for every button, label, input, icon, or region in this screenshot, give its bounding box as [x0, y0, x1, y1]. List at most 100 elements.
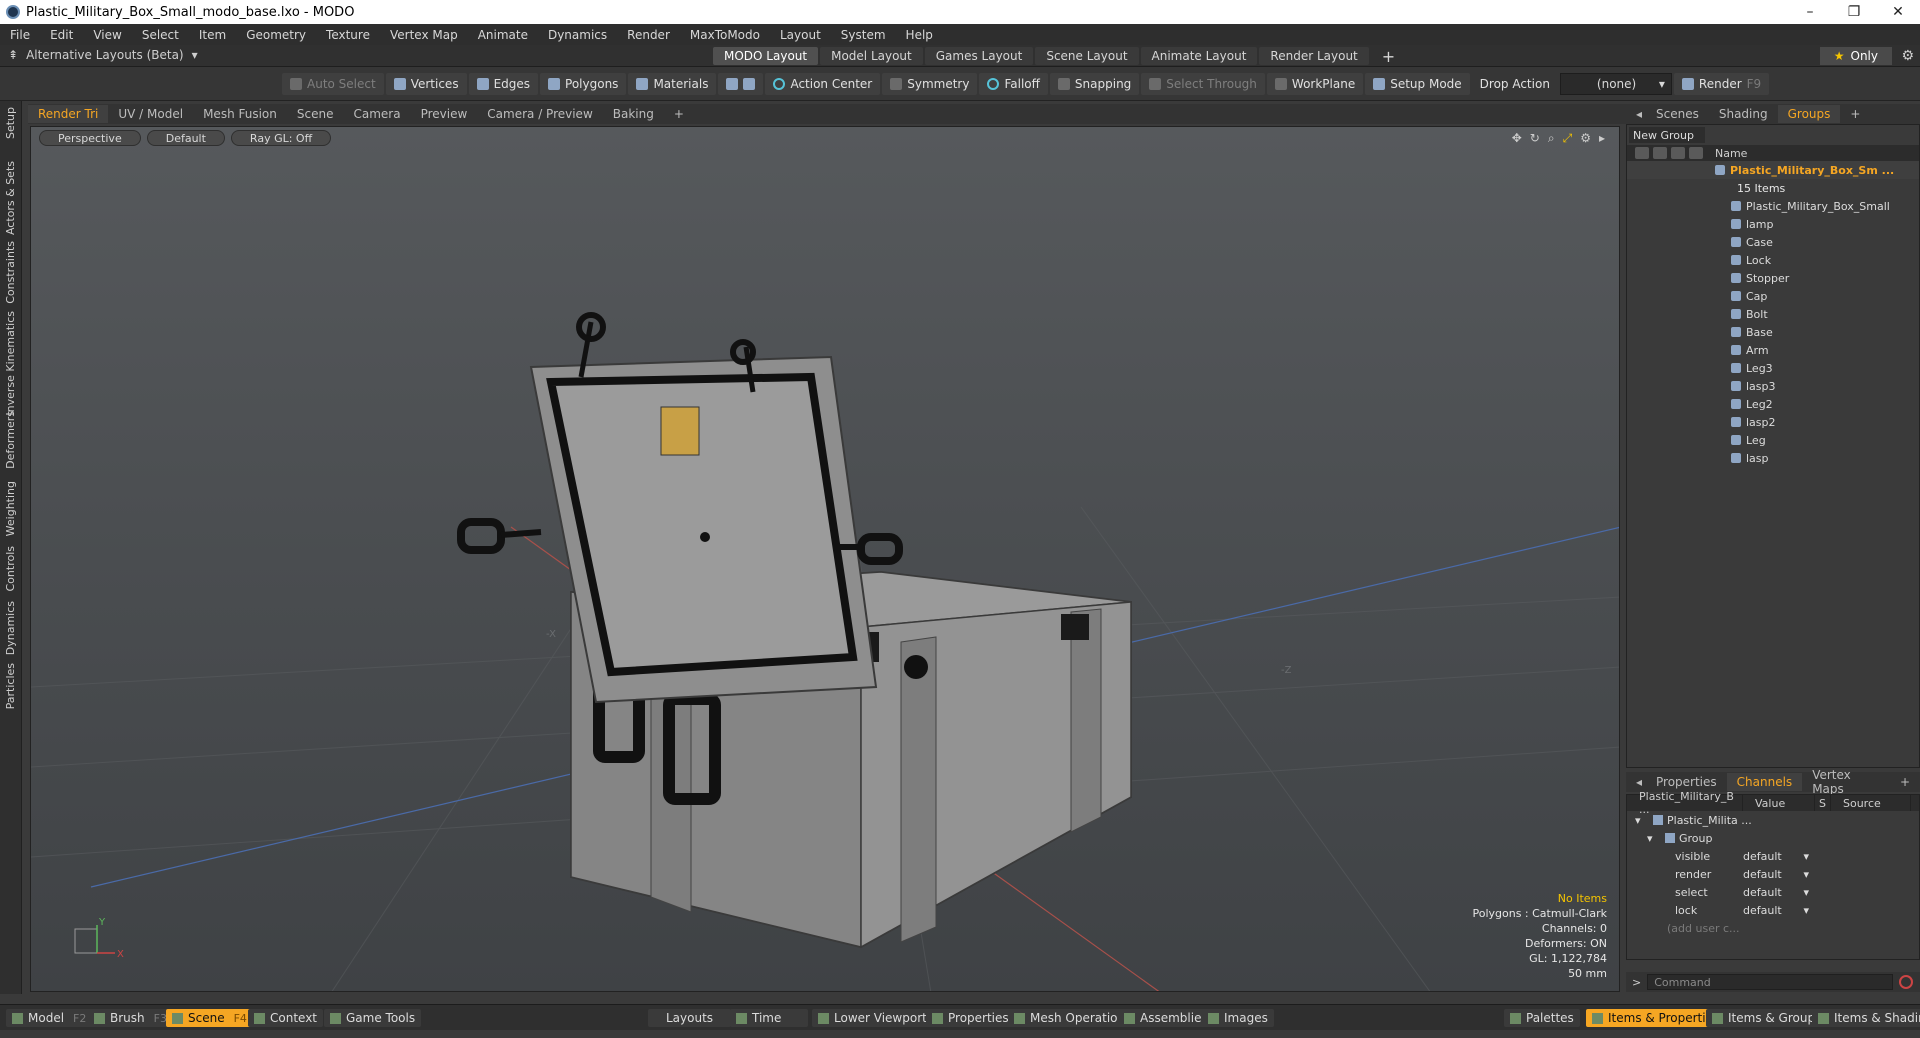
tab-modo-layout[interactable]: MODO Layout: [713, 47, 819, 65]
add-user-channel-row[interactable]: (add user c...: [1627, 919, 1919, 937]
group-root-row[interactable]: Plastic_Military_Box_Sm ...: [1627, 161, 1919, 179]
brush-tab[interactable]: Brush F3: [88, 1009, 173, 1027]
list-item[interactable]: Lock: [1627, 251, 1919, 269]
maximize-button[interactable]: ❐: [1832, 0, 1876, 24]
record-icon[interactable]: [1899, 975, 1914, 989]
menu-geometry[interactable]: Geometry: [236, 28, 316, 42]
viewport-arrow-icon[interactable]: ▸: [1599, 131, 1605, 146]
channel-row[interactable]: visible default ▾: [1627, 847, 1919, 865]
add-channel-tab-button[interactable]: +: [1890, 775, 1920, 789]
tab-animate-layout[interactable]: Animate Layout: [1140, 47, 1258, 65]
tab-camera-preview[interactable]: Camera / Preview: [477, 105, 602, 123]
close-button[interactable]: ✕: [1876, 0, 1920, 24]
falloff-button[interactable]: Falloff: [979, 73, 1048, 95]
tab-preview[interactable]: Preview: [411, 105, 478, 123]
assemblies-button[interactable]: Assemblies: [1118, 1009, 1214, 1027]
tab-render-tri[interactable]: Render Tri: [28, 105, 109, 123]
menu-select[interactable]: Select: [132, 28, 189, 42]
menu-dynamics[interactable]: Dynamics: [538, 28, 617, 42]
shading-mode-button[interactable]: Default: [146, 130, 225, 146]
tab-mesh-fusion[interactable]: Mesh Fusion: [193, 105, 287, 123]
list-item[interactable]: Bolt: [1627, 305, 1919, 323]
side-tab-dynamics[interactable]: Dynamics: [4, 601, 17, 655]
tab-channels[interactable]: Channels: [1726, 773, 1803, 791]
action-center-button[interactable]: Action Center: [765, 73, 881, 95]
symmetry-button[interactable]: Symmetry: [882, 73, 978, 95]
snapping-button[interactable]: Snapping: [1049, 73, 1140, 95]
select-through-button[interactable]: Select Through: [1141, 73, 1265, 95]
tab-groups[interactable]: Groups: [1777, 105, 1841, 123]
raygl-toggle[interactable]: Ray GL: Off: [230, 130, 332, 146]
auto-select-button[interactable]: Auto Select: [282, 73, 384, 95]
menu-system[interactable]: System: [831, 28, 896, 42]
palettes-button[interactable]: Palettes: [1504, 1009, 1580, 1027]
side-tab-setup[interactable]: Setup: [4, 107, 17, 139]
rotate-icon[interactable]: ↻: [1530, 131, 1540, 146]
channel-value-select[interactable]: default ▾: [1743, 868, 1815, 881]
channel-value-select[interactable]: default ▾: [1743, 886, 1815, 899]
edges-button[interactable]: Edges: [468, 73, 539, 95]
view-type-button[interactable]: Perspective: [39, 130, 141, 146]
list-item[interactable]: Arm: [1627, 341, 1919, 359]
side-tab-controls[interactable]: Controls: [4, 546, 17, 592]
properties-button[interactable]: Properties: [926, 1009, 1015, 1027]
setup-mode-button[interactable]: Setup Mode: [1365, 73, 1470, 95]
lower-viewports-button[interactable]: Lower Viewports: [812, 1009, 940, 1027]
side-tab-actors-sets[interactable]: Actors & Sets: [4, 161, 17, 235]
list-item[interactable]: Leg2: [1627, 395, 1919, 413]
list-item[interactable]: lamp: [1627, 215, 1919, 233]
lock-icon[interactable]: [1671, 147, 1685, 159]
list-item[interactable]: Cap: [1627, 287, 1919, 305]
polygons-button[interactable]: Polygons: [540, 73, 627, 95]
channel-value-select[interactable]: default ▾: [1743, 904, 1815, 917]
menu-texture[interactable]: Texture: [316, 28, 380, 42]
channel-item-row[interactable]: ▾ Plastic_Milita ...: [1627, 811, 1919, 829]
tab-render-layout[interactable]: Render Layout: [1259, 47, 1369, 65]
side-tab-weighting[interactable]: Weighting: [4, 481, 17, 536]
expand-icon[interactable]: ▾: [1627, 814, 1653, 827]
viewport-settings-icon[interactable]: ⚙: [1580, 131, 1591, 146]
tab-camera[interactable]: Camera: [343, 105, 410, 123]
add-viewport-tab-button[interactable]: +: [664, 105, 694, 123]
scene-tab[interactable]: Scene F4: [166, 1009, 253, 1027]
tab-vertex-maps[interactable]: Vertex Maps: [1802, 768, 1890, 796]
menu-edit[interactable]: Edit: [40, 28, 83, 42]
list-item[interactable]: lasp3: [1627, 377, 1919, 395]
tab-baking[interactable]: Baking: [603, 105, 664, 123]
zoom-icon[interactable]: ⌕: [1548, 131, 1555, 146]
layouts-button[interactable]: Layouts: [648, 1009, 732, 1027]
menu-item[interactable]: Item: [189, 28, 236, 42]
eye-icon[interactable]: [1635, 147, 1649, 159]
render-toggle-icon[interactable]: [1653, 147, 1667, 159]
channel-row[interactable]: select default ▾: [1627, 883, 1919, 901]
drop-action-select[interactable]: (none) ▾: [1559, 73, 1672, 95]
items-properties-button[interactable]: Items & Properties: [1586, 1009, 1726, 1027]
select-toggle-icon[interactable]: [1689, 147, 1703, 159]
tab-properties[interactable]: Properties: [1646, 775, 1727, 789]
3d-viewport[interactable]: -X -Z Perspective Default Ray GL: Off ✥ …: [30, 126, 1620, 992]
list-item[interactable]: Base: [1627, 323, 1919, 341]
channel-row[interactable]: lock default ▾: [1627, 901, 1919, 919]
item-mode-button[interactable]: [718, 73, 764, 95]
command-input[interactable]: Command: [1647, 974, 1894, 990]
expand-icon[interactable]: ▾: [1627, 832, 1665, 845]
game-tools-tab[interactable]: Game Tools: [324, 1009, 422, 1027]
list-item[interactable]: Leg3: [1627, 359, 1919, 377]
vertices-button[interactable]: Vertices: [385, 73, 467, 95]
materials-button[interactable]: Materials: [628, 73, 717, 95]
add-layout-button[interactable]: +: [1371, 47, 1406, 66]
side-tab-deformers[interactable]: Deformers: [4, 411, 17, 469]
images-button[interactable]: Images: [1202, 1009, 1274, 1027]
model-tab[interactable]: Model F2: [6, 1009, 93, 1027]
menu-maxtomodo[interactable]: MaxToModo: [680, 28, 770, 42]
menu-layout[interactable]: Layout: [770, 28, 831, 42]
list-item[interactable]: lasp2: [1627, 413, 1919, 431]
alt-layouts-menu[interactable]: ⇞ Alternative Layouts (Beta) ▾: [8, 48, 198, 62]
context-tab[interactable]: Context: [248, 1009, 324, 1027]
items-groups-button[interactable]: Items & Groups: [1706, 1009, 1828, 1027]
list-item[interactable]: lasp: [1627, 449, 1919, 467]
menu-view[interactable]: View: [83, 28, 131, 42]
tab-uv-model[interactable]: UV / Model: [108, 105, 193, 123]
minimize-button[interactable]: –: [1788, 0, 1832, 24]
list-item[interactable]: Leg: [1627, 431, 1919, 449]
